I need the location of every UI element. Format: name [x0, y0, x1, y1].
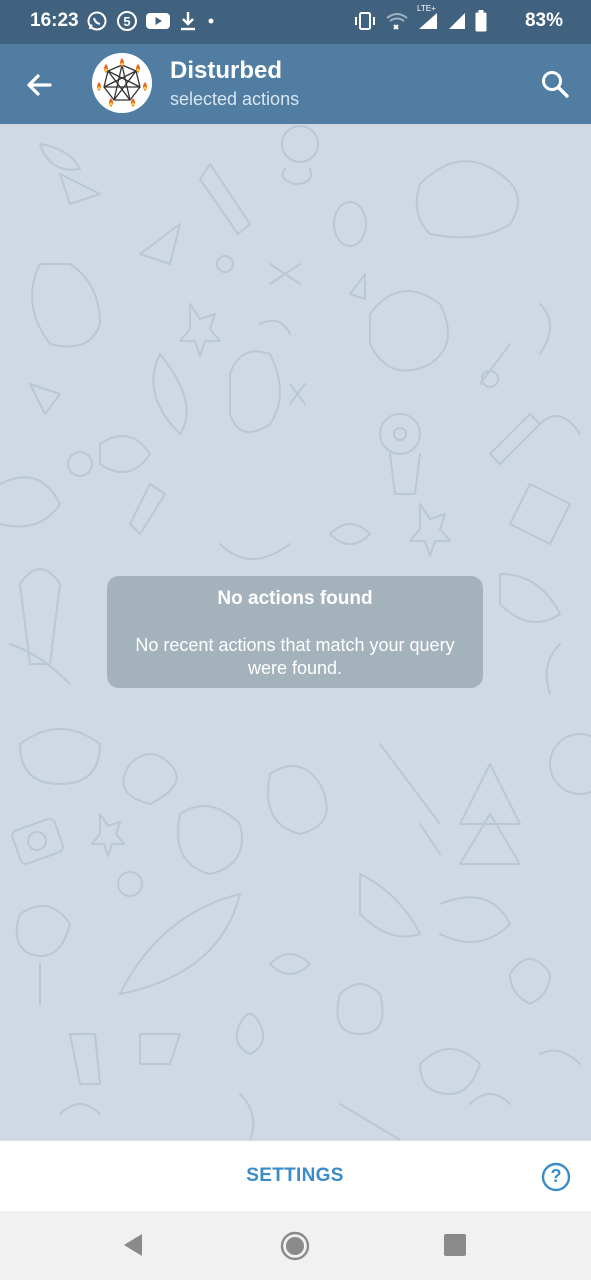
settings-button[interactable]: SETTINGS [200, 1165, 390, 1187]
whatsapp-icon [86, 10, 108, 32]
wifi-off-icon [385, 11, 409, 31]
battery-icon [475, 10, 487, 32]
battery-percent: 83% [524, 10, 563, 31]
app-bar: Disturbed selected actions [0, 44, 591, 124]
status-bar: 16:23 5 LTE+ 83% [0, 0, 591, 44]
back-button[interactable] [22, 68, 56, 102]
triangle-back-icon [124, 1234, 142, 1256]
chat-title: Disturbed [170, 57, 283, 84]
status-time: 16:23 [30, 10, 79, 31]
notification-icons: 5 [86, 10, 216, 32]
empty-state-description: No recent actions that match your query … [135, 635, 455, 678]
chat-subtitle: selected actions [170, 89, 300, 109]
nav-recents-button[interactable] [443, 1233, 467, 1262]
help-button[interactable]: ? [541, 1162, 571, 1192]
nav-home-button[interactable] [279, 1230, 311, 1267]
help-label: ? [550, 1166, 562, 1186]
lte-signal-icon: LTE+ [417, 4, 439, 31]
group-avatar[interactable] [92, 53, 152, 113]
search-icon [542, 71, 569, 98]
svg-text:5: 5 [123, 14, 130, 29]
5-circle-icon: 5 [116, 10, 138, 32]
search-button[interactable] [539, 68, 571, 100]
chat-background: No actions found No recent actions that … [0, 124, 591, 1140]
bottom-bar: SETTINGS ? [0, 1140, 591, 1212]
square-recents-icon [444, 1234, 466, 1256]
system-icons: LTE+ [353, 4, 487, 32]
circle-home-icon [280, 1231, 310, 1261]
vibrate-icon [353, 11, 377, 31]
nav-back-button[interactable] [120, 1232, 146, 1263]
signal-icon [447, 11, 467, 31]
system-nav-bar [0, 1211, 591, 1280]
empty-state-card: No actions found No recent actions that … [107, 576, 483, 688]
empty-state-title: No actions found [217, 588, 373, 609]
youtube-icon [146, 12, 170, 30]
download-icon [178, 10, 198, 32]
arrow-left-icon [27, 74, 52, 96]
lte-label: LTE+ [417, 4, 436, 13]
dot-icon [206, 10, 216, 32]
